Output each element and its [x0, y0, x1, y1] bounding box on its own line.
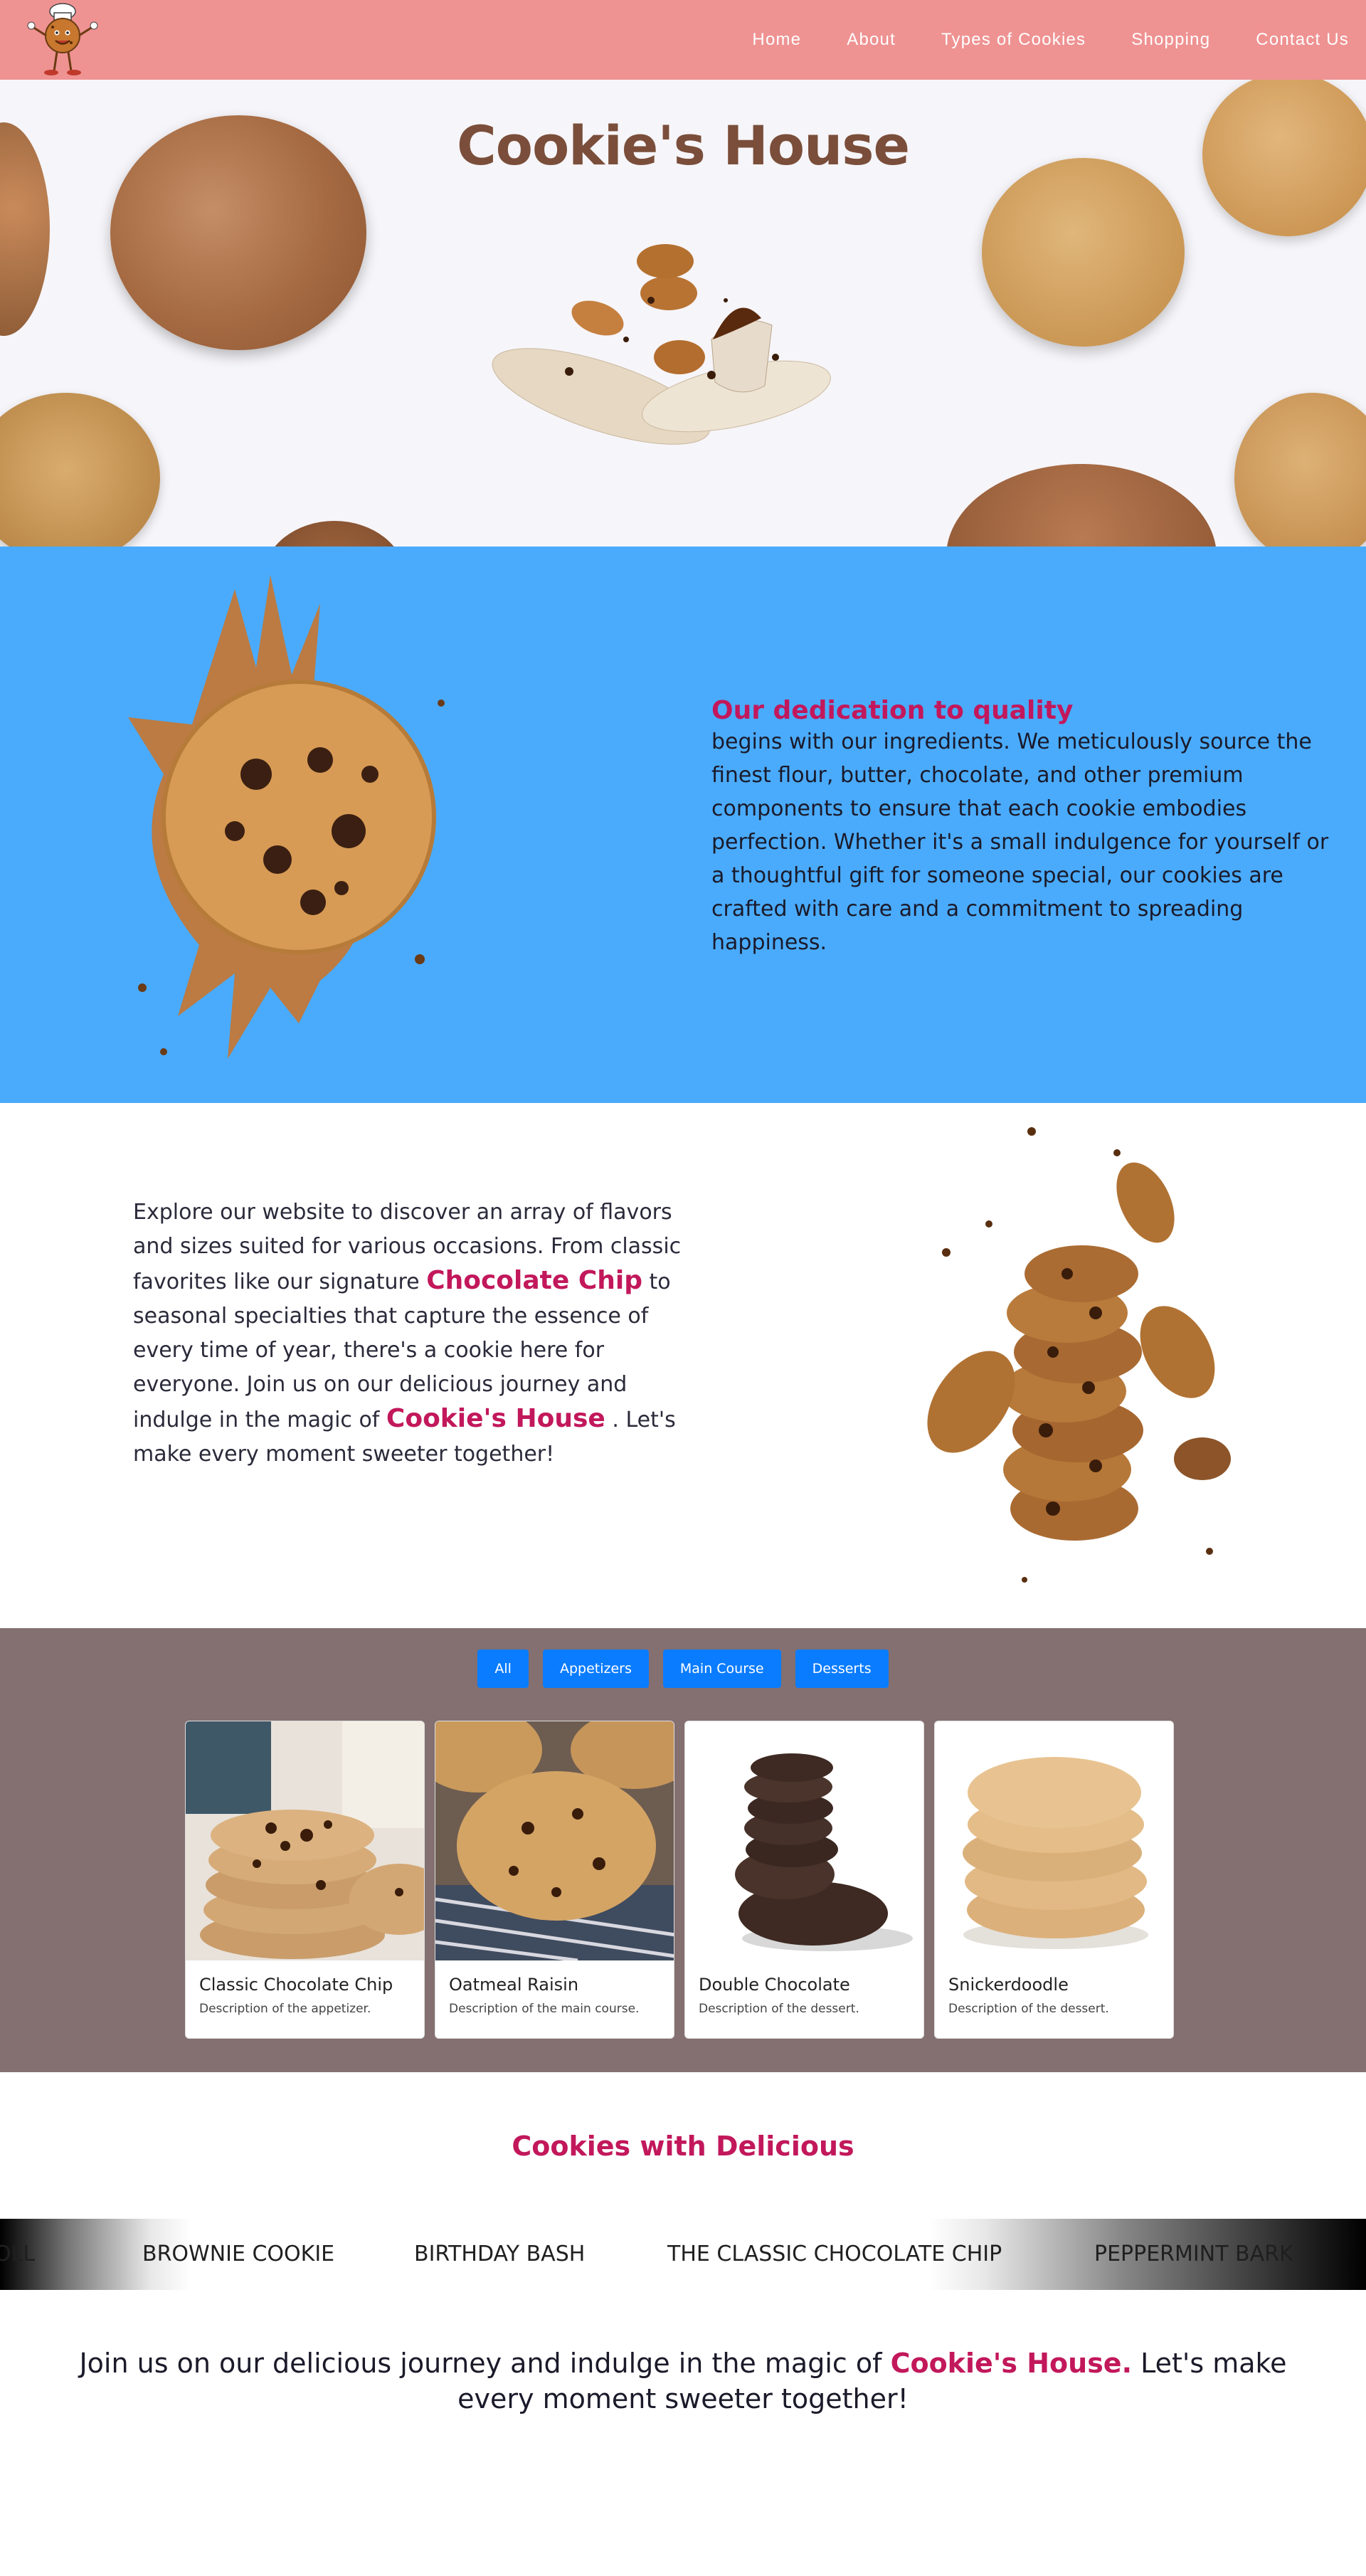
quality-text-block: Our dedication to quality begins with ou… — [711, 696, 1338, 959]
card-description: Description of the dessert. — [948, 2002, 1109, 2016]
flying-cookies-coffee-cup-icon — [491, 233, 847, 446]
marquee-item: PEPPERMINT BARK — [1094, 2242, 1293, 2266]
filter-main-course-button[interactable]: Main Course — [662, 1649, 781, 1688]
nav-link-home[interactable]: Home — [752, 30, 801, 50]
nav-links: Home About Types of Cookies Shopping Con… — [752, 0, 1366, 80]
quality-body: begins with our ingredients. We meticulo… — [711, 729, 1329, 955]
explore-section: Explore our website to discover an array… — [0, 1103, 1366, 1628]
nav-link-contact-us[interactable]: Contact Us — [1256, 30, 1349, 50]
menu-section: All Appetizers Main Course Desserts Clas… — [0, 1628, 1366, 2072]
closing-highlight: Cookie's House. — [890, 2348, 1133, 2379]
card-description: Description of the dessert. — [699, 2002, 859, 2016]
filter-desserts-button[interactable]: Desserts — [795, 1649, 889, 1688]
menu-card[interactable]: Classic Chocolate Chip Description of th… — [185, 1721, 425, 2039]
snickerdoodle-cookie-stack-icon — [935, 1721, 1173, 1960]
explore-highlight-chocolate-chip: Chocolate Chip — [426, 1266, 642, 1295]
marquee-item: BROWNIE COOKIE — [142, 2242, 335, 2266]
explore-highlight-cookies-house: Cookie's House — [386, 1404, 605, 1433]
double-chocolate-cookie-stack-icon — [685, 1721, 923, 1960]
nav-link-about[interactable]: About — [847, 30, 896, 50]
marquee-item: BIRTHDAY BASH — [414, 2242, 586, 2266]
chocolate-chip-cookie-stack-icon — [186, 1721, 424, 1960]
filter-appetizers-button[interactable]: Appetizers — [542, 1649, 649, 1688]
oatmeal-raisin-cookie-icon — [435, 1721, 674, 1960]
hero-section: Cookie's House — [0, 80, 1366, 547]
explore-text: Explore our website to discover an array… — [133, 1195, 688, 1472]
filter-all-button[interactable]: All — [477, 1649, 529, 1688]
card-title: Classic Chocolate Chip — [199, 1975, 393, 1995]
menu-cards: Classic Chocolate Chip Description of th… — [185, 1721, 1174, 2039]
hero-title: Cookie's House — [456, 114, 910, 177]
card-description: Description of the main course. — [449, 2002, 640, 2016]
cookie-marquee: OLL BROWNIE COOKIE BIRTHDAY BASH THE CLA… — [0, 2219, 1366, 2290]
menu-card[interactable]: Snickerdoodle Description of the dessert… — [934, 1721, 1174, 2039]
chef-cookie-mascot-icon[interactable] — [20, 1, 105, 78]
menu-card[interactable]: Oatmeal Raisin Description of the main c… — [435, 1721, 674, 2039]
chocolate-chip-cookie-splash-icon — [85, 561, 484, 1087]
hero-cookie-right-edge — [1234, 393, 1366, 547]
hero-cookie-right-bottom — [946, 464, 1217, 547]
card-description: Description of the appetizer. — [199, 2002, 371, 2016]
card-title: Snickerdoodle — [948, 1975, 1069, 1995]
delicious-title: Cookies with Delicious — [512, 2131, 854, 2162]
nav-link-types-of-cookies[interactable]: Types of Cookies — [941, 30, 1086, 50]
quality-section: Our dedication to quality begins with ou… — [0, 547, 1366, 1103]
nav-link-shopping[interactable]: Shopping — [1131, 30, 1210, 50]
closing-text-part1: Join us on our delicious journey and ind… — [79, 2348, 882, 2379]
navbar: Home About Types of Cookies Shopping Con… — [0, 0, 1366, 80]
marquee-item: OLL — [0, 2242, 36, 2266]
hero-cookie-left-bottom — [0, 393, 160, 547]
marquee-item: THE CLASSIC CHOCOLATE CHIP — [667, 2242, 1002, 2266]
closing-text: Join us on our delicious journey and ind… — [71, 2345, 1295, 2417]
menu-card[interactable]: Double Chocolate Description of the dess… — [684, 1721, 924, 2039]
card-title: Oatmeal Raisin — [449, 1975, 579, 1995]
closing-section: Join us on our delicious journey and ind… — [0, 2290, 1366, 2576]
hero-cookie-bottom-mid — [263, 521, 406, 547]
card-title: Double Chocolate — [699, 1975, 850, 1995]
quality-heading: Our dedication to quality — [711, 696, 1074, 725]
delicious-section: Cookies with Delicious — [0, 2072, 1366, 2219]
menu-filters: All Appetizers Main Course Desserts — [0, 1649, 1366, 1688]
stacked-cookies-crumbs-icon — [904, 1110, 1245, 1608]
hero-cookie-right-mid — [982, 158, 1185, 347]
